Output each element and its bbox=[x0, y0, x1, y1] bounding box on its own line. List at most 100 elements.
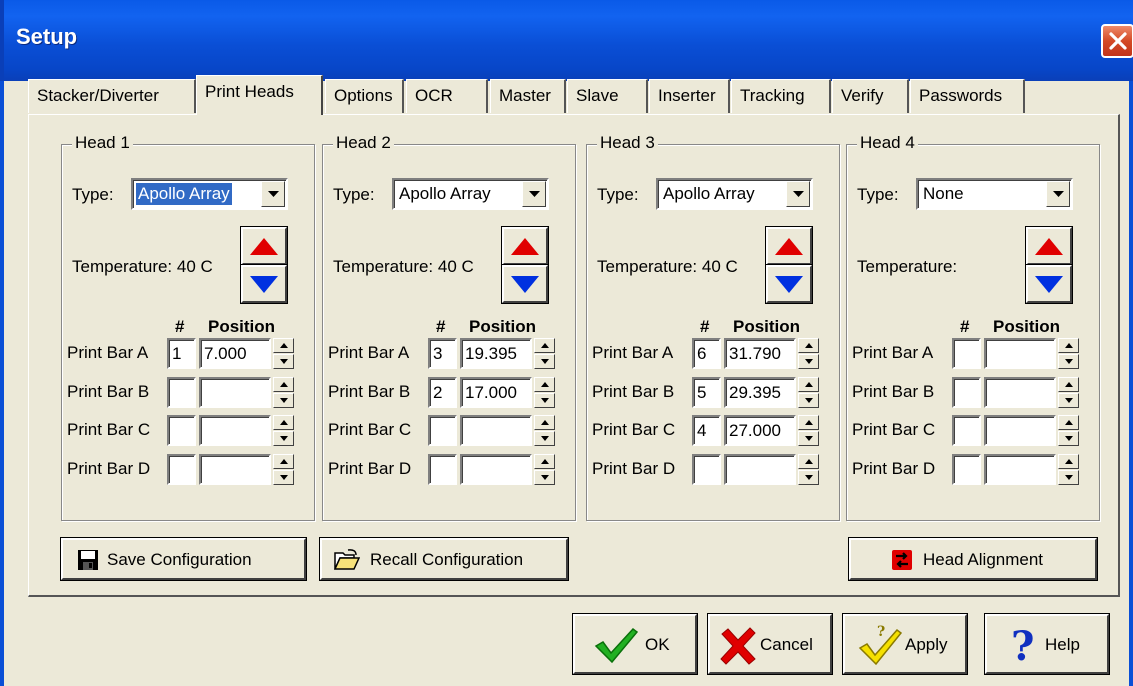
print-bar-number-input[interactable]: 6 bbox=[692, 338, 721, 369]
position-down-button[interactable] bbox=[273, 470, 294, 485]
tab-stacker-diverter[interactable]: Stacker/Diverter bbox=[28, 79, 196, 113]
apply-button[interactable]: ? Apply bbox=[842, 613, 968, 675]
title-bar[interactable]: Setup bbox=[0, 0, 1133, 81]
position-up-button[interactable] bbox=[798, 415, 819, 430]
spin-down-icon bbox=[280, 398, 288, 403]
print-bar-position-input[interactable] bbox=[199, 377, 271, 408]
tab-ocr[interactable]: OCR bbox=[406, 79, 488, 113]
head-type-dropdown-button[interactable] bbox=[1046, 181, 1070, 207]
position-up-button[interactable] bbox=[1058, 377, 1079, 392]
position-up-button[interactable] bbox=[273, 454, 294, 469]
position-down-button[interactable] bbox=[534, 431, 555, 446]
tab-print-heads[interactable]: Print Heads bbox=[196, 75, 323, 115]
print-bar-number-input[interactable] bbox=[167, 454, 196, 485]
temperature-up-button[interactable] bbox=[240, 226, 288, 266]
position-down-button[interactable] bbox=[1058, 354, 1079, 369]
head-type-dropdown-button[interactable] bbox=[786, 181, 810, 207]
position-down-button[interactable] bbox=[273, 393, 294, 408]
print-bar-number-input[interactable] bbox=[952, 415, 981, 446]
print-bar-number-input[interactable] bbox=[952, 338, 981, 369]
print-bar-position-input[interactable] bbox=[460, 415, 532, 446]
position-up-button[interactable] bbox=[798, 338, 819, 353]
tab-passwords[interactable]: Passwords bbox=[910, 79, 1025, 113]
position-up-button[interactable] bbox=[1058, 338, 1079, 353]
help-button[interactable]: ? Help bbox=[984, 613, 1110, 675]
print-bar-position-input[interactable]: 7.000 bbox=[199, 338, 271, 369]
temperature-down-button[interactable] bbox=[501, 264, 549, 304]
position-up-button[interactable] bbox=[273, 377, 294, 392]
tab-tracking[interactable]: Tracking bbox=[731, 79, 831, 113]
print-bar-position-input[interactable]: 31.790 bbox=[724, 338, 796, 369]
head-type-select[interactable]: None bbox=[916, 178, 1073, 210]
print-bar-position-input[interactable] bbox=[984, 338, 1056, 369]
position-up-button[interactable] bbox=[798, 377, 819, 392]
position-down-button[interactable] bbox=[1058, 393, 1079, 408]
tab-options[interactable]: Options bbox=[325, 79, 404, 113]
cancel-button[interactable]: Cancel bbox=[707, 613, 833, 675]
head-type-select[interactable]: Apollo Array bbox=[131, 178, 288, 210]
print-bar-position-input[interactable] bbox=[199, 415, 271, 446]
temperature-up-button[interactable] bbox=[1025, 226, 1073, 266]
temperature-down-button[interactable] bbox=[1025, 264, 1073, 304]
print-bar-number-input[interactable] bbox=[167, 415, 196, 446]
print-bar-position-input[interactable]: 29.395 bbox=[724, 377, 796, 408]
close-button[interactable] bbox=[1101, 24, 1133, 58]
head-type-dropdown-button[interactable] bbox=[522, 181, 546, 207]
position-up-button[interactable] bbox=[273, 415, 294, 430]
print-bar-number-input[interactable] bbox=[692, 454, 721, 485]
position-down-button[interactable] bbox=[798, 470, 819, 485]
print-bar-position-input[interactable]: 19.395 bbox=[460, 338, 532, 369]
position-down-button[interactable] bbox=[798, 393, 819, 408]
temperature-up-button[interactable] bbox=[765, 226, 813, 266]
print-bar-number-input[interactable]: 4 bbox=[692, 415, 721, 446]
position-down-button[interactable] bbox=[798, 431, 819, 446]
ok-button[interactable]: OK bbox=[572, 613, 698, 675]
print-bar-position-input[interactable] bbox=[199, 454, 271, 485]
print-bar-position-input[interactable]: 17.000 bbox=[460, 377, 532, 408]
position-down-button[interactable] bbox=[534, 470, 555, 485]
position-down-button[interactable] bbox=[1058, 431, 1079, 446]
print-bar-position-input[interactable] bbox=[984, 415, 1056, 446]
tab-verify[interactable]: Verify bbox=[832, 79, 909, 113]
head-type-select[interactable]: Apollo Array bbox=[392, 178, 549, 210]
recall-configuration-button[interactable]: Recall Configuration bbox=[319, 537, 569, 581]
print-bar-number-input[interactable] bbox=[428, 415, 457, 446]
print-bar-number-input[interactable]: 2 bbox=[428, 377, 457, 408]
position-up-button[interactable] bbox=[273, 338, 294, 353]
print-bar-position-input[interactable] bbox=[724, 454, 796, 485]
print-bar-number-input[interactable] bbox=[952, 377, 981, 408]
position-down-button[interactable] bbox=[1058, 470, 1079, 485]
head-alignment-button[interactable]: Head Alignment bbox=[848, 537, 1098, 581]
print-bar-position-input[interactable]: 27.000 bbox=[724, 415, 796, 446]
position-down-button[interactable] bbox=[273, 431, 294, 446]
temperature-down-button[interactable] bbox=[765, 264, 813, 304]
print-bar-number-input[interactable] bbox=[428, 454, 457, 485]
tab-inserter[interactable]: Inserter bbox=[649, 79, 730, 113]
save-configuration-button[interactable]: Save Configuration bbox=[60, 537, 307, 581]
temperature-down-button[interactable] bbox=[240, 264, 288, 304]
position-down-button[interactable] bbox=[534, 354, 555, 369]
temperature-up-button[interactable] bbox=[501, 226, 549, 266]
print-bar-number-input[interactable] bbox=[167, 377, 196, 408]
position-up-button[interactable] bbox=[798, 454, 819, 469]
print-bar-number-input[interactable]: 5 bbox=[692, 377, 721, 408]
head-type-dropdown-button[interactable] bbox=[261, 181, 285, 207]
tab-slave[interactable]: Slave bbox=[567, 79, 648, 113]
tab-master[interactable]: Master bbox=[490, 79, 566, 113]
print-bar-position-input[interactable] bbox=[460, 454, 532, 485]
position-up-button[interactable] bbox=[534, 415, 555, 430]
position-up-button[interactable] bbox=[534, 454, 555, 469]
print-bar-position-input[interactable] bbox=[984, 454, 1056, 485]
position-down-button[interactable] bbox=[534, 393, 555, 408]
position-up-button[interactable] bbox=[534, 377, 555, 392]
head-type-select[interactable]: Apollo Array bbox=[656, 178, 813, 210]
position-up-button[interactable] bbox=[534, 338, 555, 353]
position-up-button[interactable] bbox=[1058, 454, 1079, 469]
position-down-button[interactable] bbox=[273, 354, 294, 369]
print-bar-number-input[interactable]: 1 bbox=[167, 338, 196, 369]
print-bar-position-input[interactable] bbox=[984, 377, 1056, 408]
position-down-button[interactable] bbox=[798, 354, 819, 369]
print-bar-number-input[interactable] bbox=[952, 454, 981, 485]
position-up-button[interactable] bbox=[1058, 415, 1079, 430]
print-bar-number-input[interactable]: 3 bbox=[428, 338, 457, 369]
